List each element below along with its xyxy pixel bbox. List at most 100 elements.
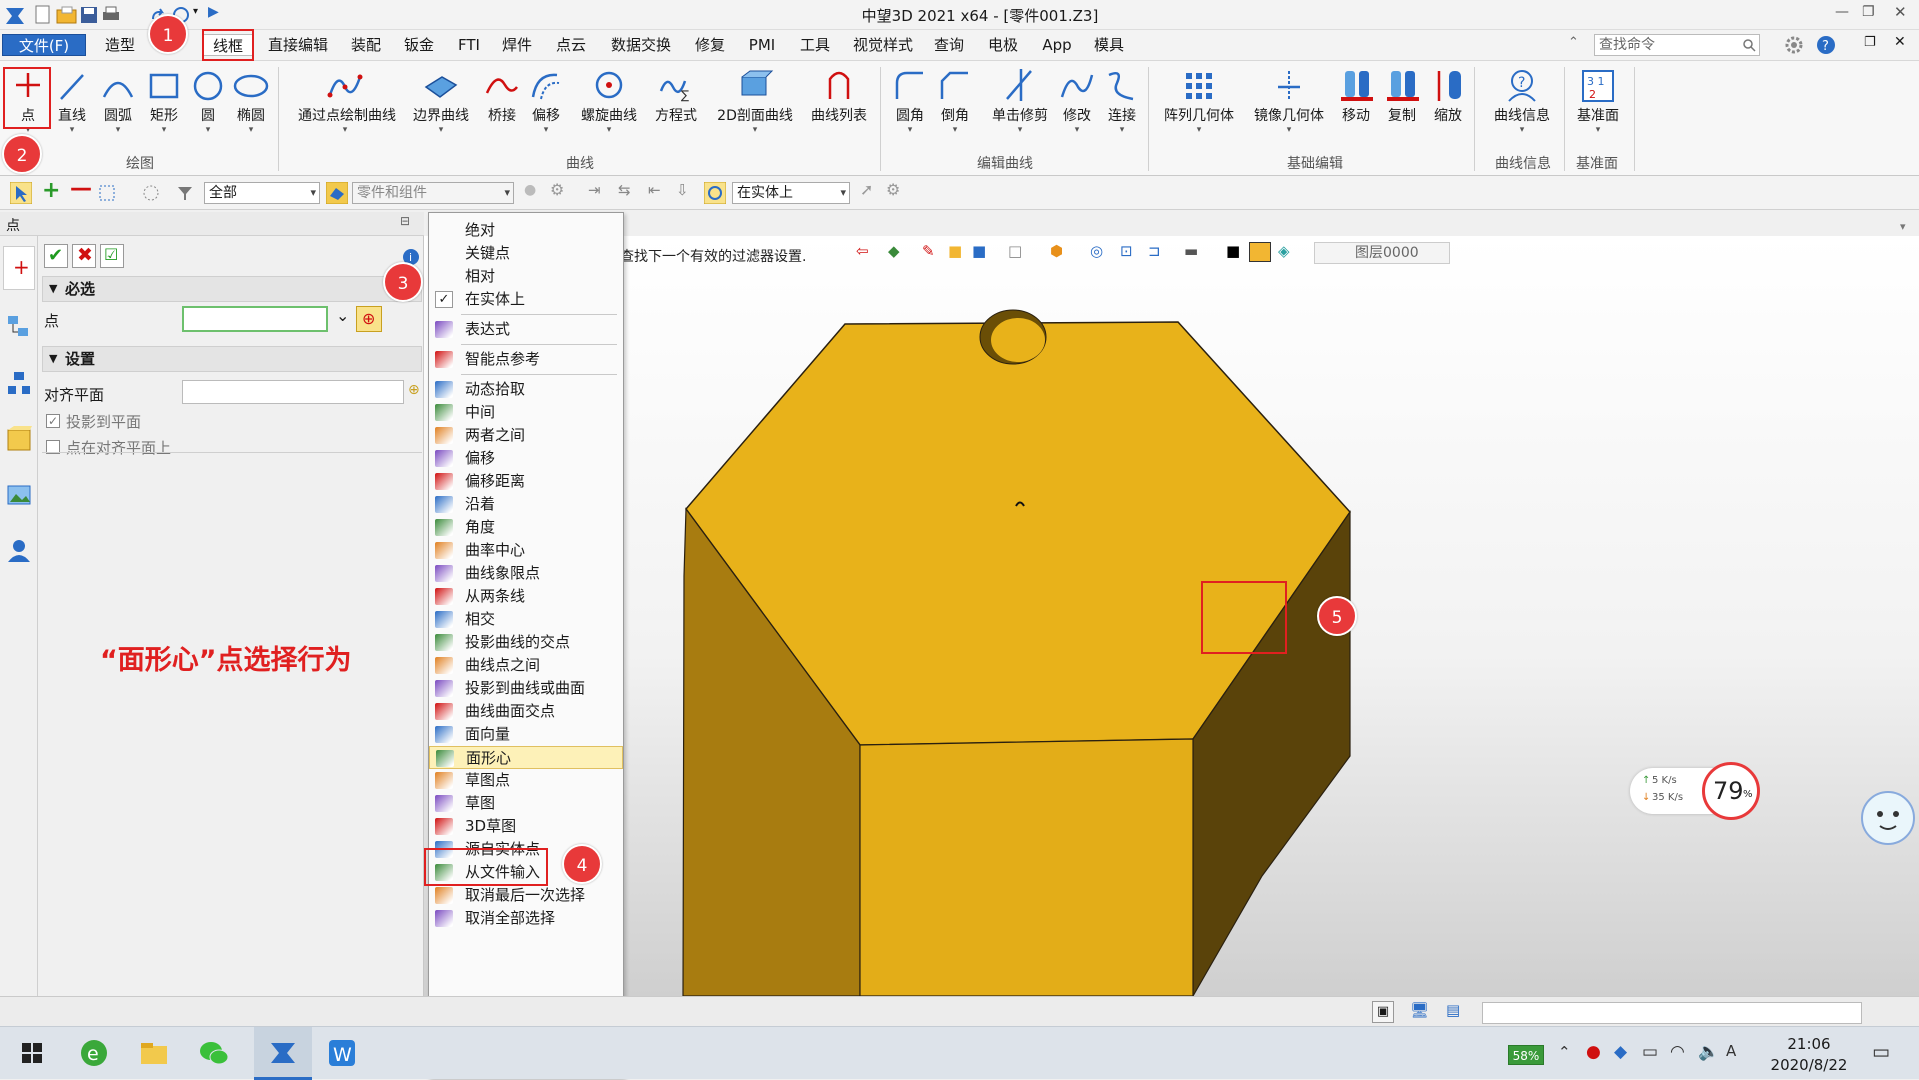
point-snap-menu-button[interactable]: ⊕ bbox=[356, 306, 382, 332]
popup-item-10[interactable]: 偏移距离 bbox=[429, 470, 623, 493]
menu-file[interactable]: 文件(F) bbox=[2, 34, 86, 56]
ribbon-pattern-button[interactable]: 阵列几何体 ▾ bbox=[1164, 65, 1234, 145]
ribbon-datum-plane-button[interactable]: 3 12 基准面 ▾ bbox=[1572, 65, 1624, 145]
pick-filter-icon[interactable]: ⚙ bbox=[886, 180, 900, 199]
settings-section-header[interactable]: 设置 bbox=[42, 346, 422, 372]
ok-button[interactable]: ✔ bbox=[44, 244, 68, 268]
window-tile-icon[interactable]: ❐ bbox=[1864, 35, 1876, 50]
ribbon-chamfer-button[interactable]: 倒角 ▾ bbox=[931, 65, 979, 145]
popup-item-21[interactable]: 面向量 bbox=[429, 723, 623, 746]
popup-item-23[interactable]: 草图点 bbox=[429, 769, 623, 792]
popup-item-19[interactable]: 投影到曲线或曲面 bbox=[429, 677, 623, 700]
project-to-plane-checkbox[interactable]: ✓ bbox=[46, 414, 60, 428]
command-tab[interactable]: + bbox=[3, 246, 35, 290]
toolbar-icon-c[interactable]: ⇥ bbox=[588, 181, 601, 199]
command-search-input[interactable]: 查找命令 bbox=[1594, 34, 1760, 56]
add-filter-icon[interactable]: + bbox=[42, 178, 60, 203]
ribbon-arc-button[interactable]: 圆弧 ▾ bbox=[94, 65, 142, 145]
image-view-icon[interactable] bbox=[6, 482, 32, 508]
menu-electrode[interactable]: 电极 bbox=[981, 34, 1025, 56]
assembly-tree-icon[interactable] bbox=[6, 370, 32, 396]
snap-mode-icon[interactable] bbox=[704, 182, 726, 204]
menu-modeling[interactable]: 造型 bbox=[96, 34, 144, 56]
windows-start-icon[interactable] bbox=[14, 1035, 50, 1071]
menu-mold[interactable]: 模具 bbox=[1087, 34, 1131, 56]
wechat-icon[interactable] bbox=[196, 1035, 232, 1071]
cube-tray-icon[interactable]: ◆ bbox=[1614, 1042, 1627, 1062]
filter-combo[interactable]: 全部 bbox=[204, 182, 320, 204]
ribbon-modify-button[interactable]: 修改 ▾ bbox=[1053, 65, 1101, 145]
required-section-header[interactable]: 必选 bbox=[42, 276, 422, 302]
ribbon-curve-through-points-button[interactable]: 通过点绘制曲线 ▾ bbox=[298, 65, 396, 145]
quick-access-dropdown-icon[interactable]: ▾ bbox=[193, 6, 198, 17]
popup-item-7[interactable]: 中间 bbox=[429, 401, 623, 424]
ribbon-click-trim-button[interactable]: 单击修剪 ▾ bbox=[992, 65, 1048, 145]
popup-item-8[interactable]: 两者之间 bbox=[429, 424, 623, 447]
part-library-icon[interactable] bbox=[6, 426, 32, 452]
ribbon-rectangle-button[interactable]: 矩形 ▾ bbox=[140, 65, 188, 145]
volume-tray-icon[interactable]: 🔈 bbox=[1698, 1042, 1719, 1062]
open-folder-icon[interactable] bbox=[56, 5, 78, 25]
toolbar-icon-b[interactable]: ⚙ bbox=[550, 180, 564, 199]
menu-visual-style[interactable]: 视觉样式 bbox=[846, 34, 920, 56]
ime-tray-icon[interactable]: A bbox=[1726, 1042, 1736, 1060]
popup-item-2[interactable]: 相对 bbox=[429, 265, 623, 288]
apply-button[interactable]: ☑ bbox=[100, 244, 124, 268]
lasso-select-icon[interactable] bbox=[142, 184, 160, 202]
quick-access-expand-icon[interactable]: ▶ bbox=[208, 4, 219, 20]
collapse-ribbon-icon[interactable]: ⌃ bbox=[1568, 35, 1579, 50]
remove-filter-icon[interactable]: — bbox=[70, 176, 92, 201]
viewport-options-chevron-icon[interactable]: ▾ bbox=[1900, 220, 1906, 233]
ribbon-curve-info-button[interactable]: ? 曲线信息 ▾ bbox=[1494, 65, 1550, 145]
popup-item-12[interactable]: 角度 bbox=[429, 516, 623, 539]
point-input[interactable] bbox=[182, 306, 328, 332]
help-icon[interactable]: ? bbox=[1816, 35, 1836, 55]
popup-item-4[interactable]: 表达式 bbox=[429, 318, 623, 341]
tray-expand-icon[interactable]: ⌃ bbox=[1558, 1043, 1571, 1061]
command-line-input[interactable] bbox=[1482, 1002, 1862, 1024]
browser-icon[interactable]: e bbox=[76, 1035, 112, 1071]
ribbon-boundary-curve-button[interactable]: 边界曲线 ▾ bbox=[413, 65, 469, 145]
popup-item-28[interactable]: 取消最后一次选择 bbox=[429, 884, 623, 907]
popup-item-29[interactable]: 取消全部选择 bbox=[429, 907, 623, 930]
scope-combo[interactable]: 零件和组件 bbox=[352, 182, 514, 204]
ribbon-ellipse-button[interactable]: 椭圆 ▾ bbox=[227, 65, 275, 145]
print-icon[interactable] bbox=[102, 5, 120, 25]
box-select-icon[interactable] bbox=[98, 184, 116, 202]
align-plane-pick-icon[interactable]: ⊕ bbox=[408, 382, 420, 398]
statusbar-panel-icon[interactable]: ▤ bbox=[1446, 1001, 1460, 1019]
ribbon-connect-button[interactable]: 连接 ▾ bbox=[1098, 65, 1146, 145]
taskbar-zw3d-active[interactable] bbox=[254, 1027, 312, 1080]
popup-item-3[interactable]: ✓ 在实体上 bbox=[429, 288, 623, 311]
ribbon-scale-button[interactable]: 缩放 bbox=[1424, 65, 1472, 145]
popup-item-6[interactable]: 动态拾取 bbox=[429, 378, 623, 401]
wifi-tray-icon[interactable]: ◠ bbox=[1670, 1042, 1685, 1062]
ribbon-2d-section-curve-button[interactable]: 2D剖面曲线 ▾ bbox=[717, 65, 793, 145]
gear-icon[interactable] bbox=[1784, 35, 1804, 55]
pointer-icon[interactable]: ➚ bbox=[860, 180, 873, 199]
ribbon-mirror-button[interactable]: 镜像几何体 ▾ bbox=[1254, 65, 1324, 145]
user-role-icon[interactable] bbox=[6, 538, 32, 564]
network-tray-icon[interactable]: ▭ bbox=[1642, 1042, 1658, 1062]
menu-query[interactable]: 查询 bbox=[927, 34, 971, 56]
popup-item-14[interactable]: 曲线象限点 bbox=[429, 562, 623, 585]
menu-assembly[interactable]: 装配 bbox=[344, 34, 388, 56]
toolbar-icon-d[interactable]: ⇆ bbox=[618, 181, 631, 199]
popup-item-9[interactable]: 偏移 bbox=[429, 447, 623, 470]
hex-part-model[interactable] bbox=[424, 236, 1919, 996]
ribbon-fillet-button[interactable]: 圆角 ▾ bbox=[886, 65, 934, 145]
align-plane-input[interactable] bbox=[182, 380, 404, 404]
popup-item-16[interactable]: 相交 bbox=[429, 608, 623, 631]
new-file-icon[interactable] bbox=[34, 5, 52, 25]
popup-item-1[interactable]: 关键点 bbox=[429, 242, 623, 265]
snap-combo[interactable]: 在实体上 bbox=[732, 182, 850, 204]
menu-repair[interactable]: 修复 bbox=[688, 34, 732, 56]
clock-time[interactable]: 21:06 bbox=[1766, 1035, 1852, 1053]
ribbon-line-button[interactable]: 直线 ▾ bbox=[48, 65, 96, 145]
3d-viewport[interactable]: 查找下一个有效的过滤器设置. ⇦ ◆ ✎ ■ ■ □ ⬢ ◎ ⊡ ⊐ ▬ ■ ◈… bbox=[424, 236, 1919, 996]
popup-item-13[interactable]: 曲率中心 bbox=[429, 539, 623, 562]
memory-gauge[interactable]: 79 % bbox=[1702, 762, 1760, 820]
menu-app[interactable]: App bbox=[1035, 34, 1079, 56]
point-options-chevron-icon[interactable]: ⌄ bbox=[336, 306, 349, 325]
doc-close-icon[interactable]: ✕ bbox=[1894, 34, 1906, 50]
